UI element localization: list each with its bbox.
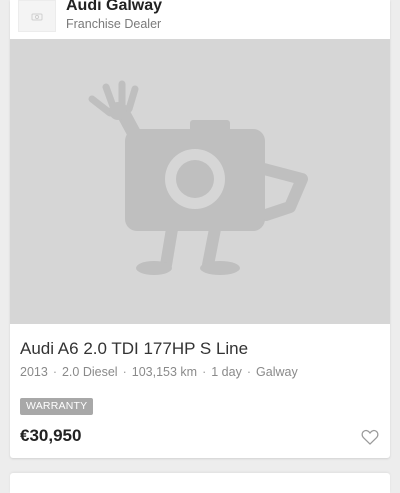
dealer-name[interactable]: Audi Galway — [66, 0, 162, 15]
spec-separator: · — [202, 365, 207, 379]
spec-separator: · — [246, 365, 252, 379]
listing-card[interactable]: Audi Galway Franchise Dealer Audi A6 2.0… — [10, 0, 390, 458]
spec-age: 1 day — [211, 365, 242, 379]
listing-price: €30,950 — [20, 426, 82, 445]
listing-photo[interactable] — [10, 39, 390, 324]
listing-specs: 2013 · 2.0 Diesel · 103,153 km · 1 day ·… — [20, 365, 298, 379]
spec-location: Galway — [256, 365, 298, 379]
dealer-logo — [18, 0, 56, 32]
listing-title[interactable]: Audi A6 2.0 TDI 177HP S Line — [20, 339, 248, 359]
warranty-badge: WARRANTY — [20, 398, 94, 415]
heart-icon[interactable] — [360, 427, 380, 447]
dealer-header[interactable]: Audi Galway Franchise Dealer — [10, 0, 390, 39]
spec-separator: · — [52, 365, 57, 379]
spec-year: 2013 — [20, 365, 48, 379]
spec-engine: 2.0 Diesel — [61, 365, 118, 379]
spec-separator: · — [122, 365, 127, 379]
next-listing-card[interactable] — [10, 473, 390, 493]
spec-mileage: 103,153 km — [131, 365, 198, 379]
dealer-type: Franchise Dealer — [66, 17, 162, 31]
camera-icon — [31, 13, 43, 21]
